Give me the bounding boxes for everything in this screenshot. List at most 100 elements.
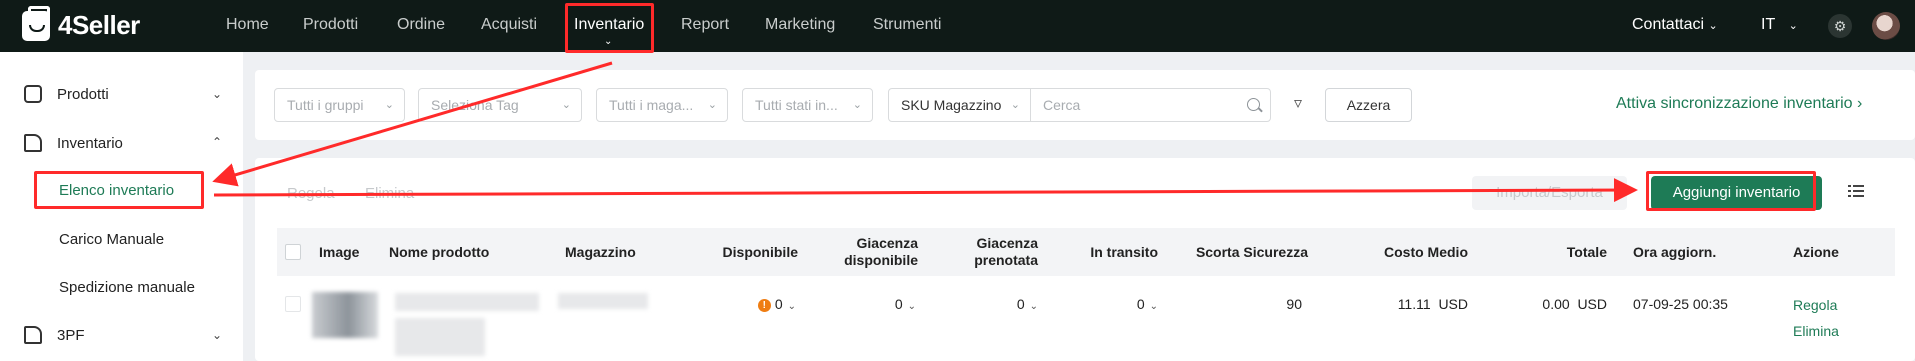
tag-select-placeholder: Seleziona Tag [431, 97, 519, 113]
nav-item-inventario[interactable]: Inventario [574, 16, 644, 34]
total-number: 0.00 [1542, 296, 1570, 312]
col-action: Azione [1793, 243, 1839, 260]
status-select[interactable]: Tutti stati in... ⌄ [742, 88, 873, 122]
top-navbar [0, 0, 1915, 52]
sidebar-item-inventario[interactable]: Inventario ⌃ [0, 125, 243, 161]
gear-icon[interactable]: ⚙ [1828, 14, 1852, 38]
in-transit-number: 0 [1136, 296, 1145, 312]
row-checkbox[interactable] [285, 296, 301, 312]
contact-label: Contattaci [1632, 16, 1705, 33]
nav-item-marketing[interactable]: Marketing [765, 16, 835, 34]
chevron-right-icon: › [1857, 95, 1863, 112]
nav-item-prodotti[interactable]: Prodotti [303, 16, 358, 34]
safety-stock-value: 90 [1286, 296, 1302, 312]
sidebar-subitem-elenco-inventario[interactable]: Elenco inventario [59, 182, 174, 199]
reset-button[interactable]: Azzera [1325, 88, 1412, 122]
product-box-icon [24, 85, 42, 103]
warning-icon: ! [757, 299, 771, 312]
col-available: Disponibile [722, 243, 798, 260]
row-delete-link[interactable]: Elimina [1793, 323, 1839, 339]
add-inventory-button[interactable]: Aggiungi inventario [1651, 176, 1822, 210]
tag-select[interactable]: Seleziona Tag ⌄ [418, 88, 582, 122]
bag-logo-icon [22, 5, 50, 41]
chevron-down-icon: ⌄ [1029, 301, 1038, 312]
avg-cost-value: 11.11 USD [1340, 296, 1468, 312]
total-value: 0.00 USD [1500, 296, 1607, 312]
group-select[interactable]: Tutti i gruppi ⌄ [274, 88, 405, 122]
chevron-down-icon: ⌄ [1708, 20, 1718, 32]
chevron-down-icon: ⌄ [561, 99, 571, 111]
app-name: 4Seller [58, 10, 140, 40]
sync-inventory-link[interactable]: Attiva sincronizzazione inventario › [1616, 95, 1862, 113]
search-input-placeholder: Cerca [1043, 97, 1081, 113]
row-adjust-link[interactable]: Regola [1793, 297, 1837, 313]
product-name-redacted [395, 293, 539, 311]
language-label: IT [1761, 16, 1776, 33]
chevron-down-icon: ⌄ [1149, 301, 1158, 312]
available-value[interactable]: ! 0 ⌄ [700, 296, 796, 312]
chevron-down-icon: ⌄ [1010, 99, 1020, 111]
avatar[interactable] [1872, 12, 1900, 40]
app-logo[interactable]: 4Seller [22, 5, 140, 41]
search-input[interactable]: Cerca [1030, 88, 1271, 122]
filter-icon[interactable]: ▿ [1288, 94, 1308, 114]
delete-bulk-link[interactable]: Elimina [365, 185, 414, 202]
avg-cost-currency: USD [1438, 296, 1468, 312]
available-number: 0 [774, 296, 783, 312]
product-image [312, 292, 378, 338]
sidebar-item-prodotti[interactable]: Prodotti ⌄ [0, 76, 243, 112]
nav-item-report[interactable]: Report [681, 16, 729, 34]
warehouse-select[interactable]: Tutti i maga... ⌄ [596, 88, 728, 122]
col-image: Image [319, 243, 360, 260]
col-in-transit: In transito [1090, 243, 1158, 260]
col-avg-cost: Costo Medio [1384, 243, 1468, 260]
chevron-down-icon: ⌄ [787, 301, 796, 312]
language-menu[interactable]: IT ⌄ [1761, 16, 1798, 34]
col-stock-available: Giacenza disponibile [844, 235, 918, 268]
search-field-label: SKU Magazzino [901, 97, 1002, 113]
status-select-placeholder: Tutti stati in... [755, 97, 838, 113]
stock-reserved-value[interactable]: 0 ⌄ [950, 296, 1038, 312]
nav-item-home[interactable]: Home [226, 16, 269, 34]
nav-item-ordine[interactable]: Ordine [397, 16, 445, 34]
warehouse-select-placeholder: Tutti i maga... [609, 97, 694, 113]
avg-cost-number: 11.11 [1397, 296, 1431, 312]
sync-inventory-label: Attiva sincronizzazione inventario [1616, 95, 1853, 112]
chevron-up-icon: ⌃ [212, 135, 223, 149]
col-safety-stock: Scorta Sicurezza [1195, 243, 1308, 260]
stock-available-number: 0 [894, 296, 903, 312]
search-icon[interactable] [1247, 98, 1260, 111]
chevron-down-icon: ⌄ [212, 328, 223, 342]
col-total: Totale [1566, 243, 1607, 260]
group-select-placeholder: Tutti i gruppi [287, 97, 364, 113]
stock-available-value[interactable]: 0 ⌄ [828, 296, 916, 312]
sidebar-item-label: 3PF [57, 326, 85, 344]
updated-time-value: 07-09-25 00:35 [1633, 296, 1728, 312]
sidebar-subitem-carico-manuale[interactable]: Carico Manuale [59, 231, 164, 248]
chevron-down-icon: ⌄ [212, 87, 223, 101]
sidebar-item-label: Inventario [57, 134, 123, 152]
chevron-down-icon: ⌄ [1788, 20, 1798, 32]
select-all-checkbox[interactable] [285, 244, 301, 260]
adjust-bulk-link[interactable]: Regola [287, 185, 335, 202]
warehouse-icon [24, 326, 42, 344]
column-settings-icon[interactable] [1848, 184, 1864, 198]
sidebar-item-3pf[interactable]: 3PF ⌄ [0, 317, 243, 353]
col-updated-time: Ora aggiorn. [1633, 243, 1717, 260]
col-warehouse: Magazzino [565, 243, 636, 260]
import-export-button[interactable]: Importa/Esporta [1472, 176, 1627, 210]
chevron-down-icon: ⌄ [604, 36, 613, 47]
product-name-redacted [395, 318, 485, 356]
nav-item-strumenti[interactable]: Strumenti [873, 16, 941, 34]
in-transit-value[interactable]: 0 ⌄ [1060, 296, 1158, 312]
search-field-select[interactable]: SKU Magazzino ⌄ [888, 88, 1031, 122]
total-currency: USD [1577, 296, 1607, 312]
warehouse-icon [24, 134, 42, 152]
stock-reserved-number: 0 [1016, 296, 1025, 312]
sidebar-subitem-spedizione-manuale[interactable]: Spedizione manuale [59, 279, 195, 296]
contact-menu[interactable]: Contattaci ⌄ [1632, 16, 1718, 34]
chevron-down-icon: ⌄ [707, 99, 717, 111]
sidebar-item-label: Prodotti [57, 85, 109, 103]
chevron-down-icon: ⌄ [907, 301, 916, 312]
nav-item-acquisti[interactable]: Acquisti [481, 16, 537, 34]
